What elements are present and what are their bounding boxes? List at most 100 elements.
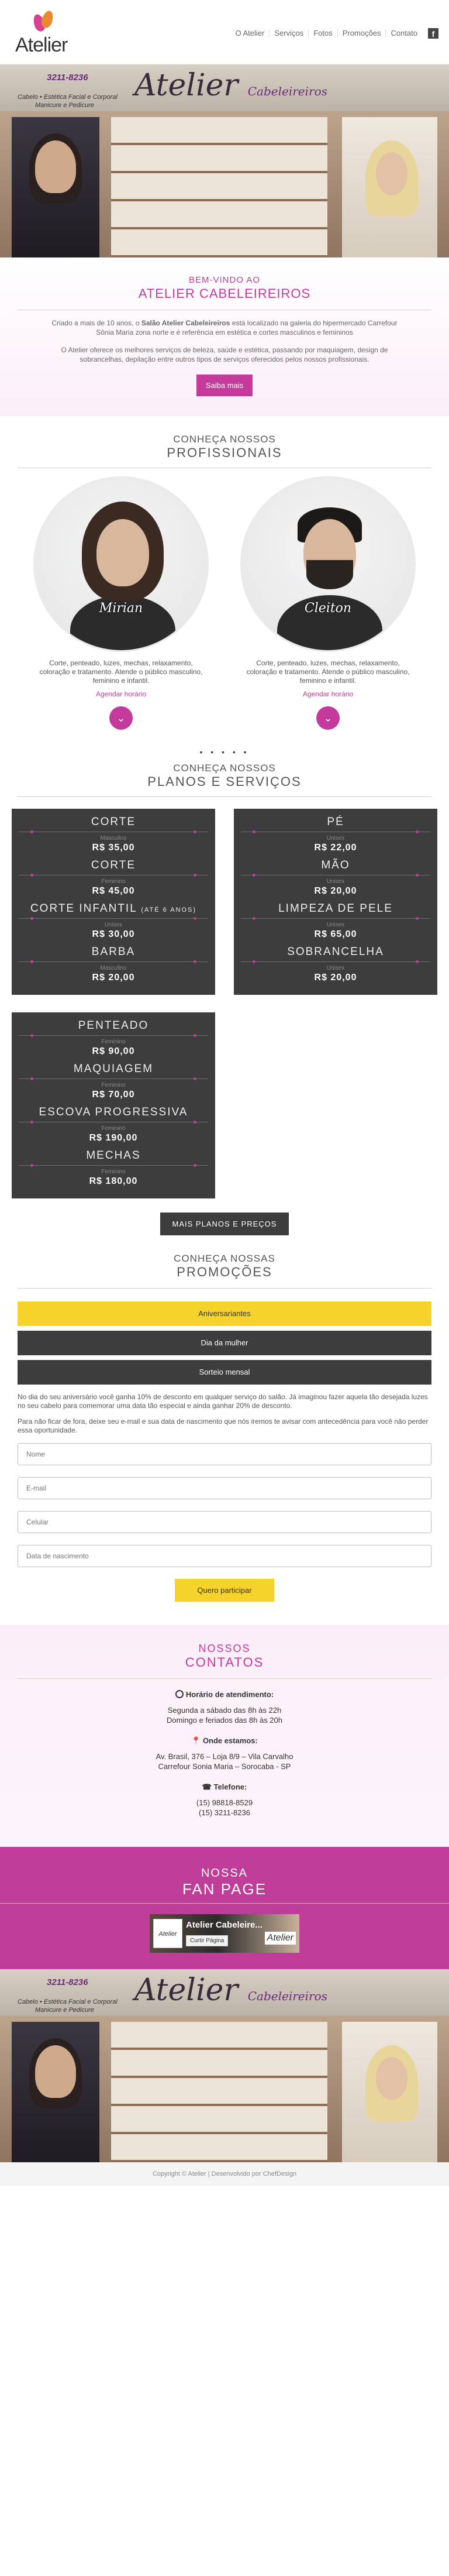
service-audience: Feminino (101, 1082, 126, 1088)
schedule-link[interactable]: Agendar horário (234, 690, 422, 698)
price-item: BARBA Masculino R$ 20,00 (19, 946, 208, 983)
divider (18, 1288, 431, 1289)
price-divider (19, 917, 208, 920)
email-field[interactable] (18, 1477, 431, 1499)
service-name: MECHAS (86, 1149, 141, 1162)
page-name[interactable]: Atelier Cabeleire... (186, 1920, 263, 1930)
fanpage-kicker: NOSSA (201, 1867, 248, 1880)
member-photo: Mirian (33, 476, 209, 652)
service-name: SOBRANCELHA (287, 946, 384, 958)
member-description: Corte, penteado, luzes, mechas, relaxame… (39, 659, 203, 685)
schedule-link[interactable]: Agendar horário (27, 690, 215, 698)
name-field[interactable] (18, 1443, 431, 1465)
nav-promocoes[interactable]: Promoções (337, 29, 386, 37)
hours-block: Horário de atendimento: Segunda a sábado… (166, 1690, 282, 1725)
service-name: PÉ (327, 816, 344, 828)
model-poster-right (342, 2022, 437, 2162)
chevron-down-icon[interactable]: ⌄ (316, 706, 340, 730)
service-audience: Feminino (101, 1039, 126, 1045)
price-divider (241, 960, 430, 963)
widget-logo: Atelier (264, 1932, 296, 1945)
clock-icon (175, 1690, 184, 1698)
model-poster-left (12, 117, 99, 257)
contact-kicker: NOSSOS (198, 1643, 251, 1654)
sign-line-2: Manicure e Pedicure (35, 102, 94, 109)
nav-o-atelier[interactable]: O Atelier (230, 29, 269, 37)
service-audience: Unisex (326, 878, 345, 885)
welcome-title: ATELIER CABELEIREIROS (138, 286, 311, 301)
section-dots: • • • • • (199, 747, 250, 757)
nav-fotos[interactable]: Fotos (308, 29, 337, 37)
service-price: R$ 90,00 (92, 1046, 135, 1056)
facebook-icon[interactable]: f (428, 28, 438, 39)
chevron-down-icon[interactable]: ⌄ (109, 706, 133, 730)
page-thumbnail: Atelier (153, 1919, 182, 1948)
phone-block: ☎ Telefone: (15) 98818-8529 (15) 3211-82… (196, 1782, 253, 1817)
tab-dia-da-mulher[interactable]: Dia da mulher (18, 1331, 431, 1355)
service-audience: Masculino (100, 965, 127, 971)
price-divider (19, 960, 208, 963)
tab-sorteio-mensal[interactable]: Sorteio mensal (18, 1360, 431, 1385)
saiba-mais-button[interactable]: Saiba mais (196, 375, 253, 396)
price-divider (241, 917, 430, 920)
main-nav: O Atelier Serviços Fotos Promoções Conta… (230, 28, 438, 39)
storefront-photo: 3211-8236 Atelier Cabeleireiros Cabelo •… (0, 64, 449, 257)
service-price: R$ 22,00 (314, 843, 357, 853)
price-board: CORTE Masculino R$ 35,00 CORTE Feminino R$ … (12, 809, 215, 995)
more-plans-button[interactable]: MAIS PLANOS E PREÇOS (160, 1213, 289, 1235)
nav-contato[interactable]: Contato (385, 29, 422, 37)
product-shelves (111, 2022, 327, 2162)
member-photo: Cleiton (240, 476, 416, 652)
birthdate-field[interactable] (18, 1545, 431, 1567)
service-name: LIMPEZA DE PELE (278, 902, 393, 915)
service-price: R$ 65,00 (314, 929, 357, 939)
promo-signup-form: Quero participar (18, 1443, 431, 1602)
phone-field[interactable] (18, 1511, 431, 1533)
service-price: R$ 180,00 (89, 1176, 138, 1186)
service-audience: Feminino (101, 1169, 126, 1175)
team-member: Cleiton Corte, penteado, luzes, mechas, … (234, 476, 422, 730)
storefront-photo-bottom: 3211-8236 Atelier Cabeleireiros Cabelo •… (0, 1969, 449, 2162)
contact-title: CONTATOS (185, 1655, 264, 1670)
like-page-button[interactable]: Curtir Página (186, 1935, 229, 1946)
sign-phone: 3211-8236 (47, 73, 88, 83)
price-divider (19, 1164, 208, 1167)
site-logo[interactable]: Atelier (15, 9, 68, 57)
price-item: PENTEADO Feminino R$ 90,00 (19, 1019, 208, 1057)
team-list: Mirian Corte, penteado, luzes, mechas, r… (0, 468, 449, 730)
service-audience: Masculino (100, 835, 127, 842)
promos-heading: CONHEÇA NOSSAS PROMOÇÕES (174, 1253, 275, 1279)
promos-section: Aniversariantes Dia da mulher Sorteio me… (0, 1288, 449, 1602)
divider (18, 1678, 431, 1679)
member-name: Mirian (99, 601, 143, 616)
welcome-paragraph-1: Criado a mais de 10 anos, o Salão Atelie… (51, 319, 398, 336)
divider (0, 1903, 449, 1904)
member-name: Cleiton (304, 601, 352, 616)
price-item: MÃO Unisex R$ 20,00 (241, 859, 430, 897)
welcome-section: BEM-VINDO AO ATELIER CABELEIREIROS Criad… (0, 257, 449, 416)
service-audience: Unisex (326, 965, 345, 971)
site-header: Atelier O Atelier Serviços Fotos Promoçõ… (0, 0, 449, 64)
service-price: R$ 30,00 (92, 929, 135, 939)
promo-description: No dia do seu aniversário você ganha 10%… (18, 1393, 429, 1434)
price-board: PENTEADO Feminino R$ 90,00 MAQUIAGEM Femin… (12, 1012, 215, 1198)
price-divider (19, 1034, 208, 1037)
facebook-page-widget[interactable]: Atelier Atelier Cabeleire... Curtir Pági… (150, 1914, 299, 1953)
fanpage-section: NOSSA FAN PAGE Atelier Atelier Cabeleire… (0, 1847, 449, 1969)
store-sign: 3211-8236 Atelier Cabeleireiros Cabelo •… (0, 64, 449, 111)
nav-servicos[interactable]: Serviços (269, 29, 308, 37)
service-price: R$ 35,00 (92, 843, 135, 853)
tab-aniversariantes[interactable]: Aniversariantes (18, 1301, 431, 1326)
price-item: CORTE INFANTIL (ATÉ 6 ANOS) Unisex R$ 30,0… (19, 902, 208, 940)
logo-drops-icon (31, 9, 56, 36)
phone-icon: ☎ (202, 1782, 212, 1791)
service-price: R$ 20,00 (314, 973, 357, 983)
service-name: ESCOVA PROGRESSIVA (39, 1106, 188, 1118)
address-block: 📍 Onde estamos: Av. Brasil, 376 – Loja 8… (156, 1736, 293, 1771)
submit-button[interactable]: Quero participar (175, 1579, 274, 1602)
model-poster-left (12, 2022, 99, 2162)
price-item: CORTE Feminino R$ 45,00 (19, 859, 208, 897)
promo-tabs: Aniversariantes Dia da mulher Sorteio me… (18, 1301, 431, 1385)
price-item: LIMPEZA DE PELE Unisex R$ 65,00 (241, 902, 430, 940)
service-audience: Unisex (326, 922, 345, 928)
